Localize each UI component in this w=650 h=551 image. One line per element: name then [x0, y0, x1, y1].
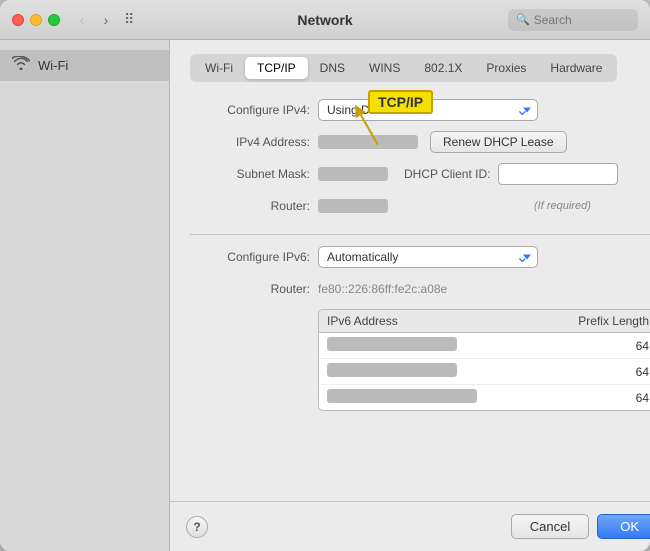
router-ipv6-label: Router: — [190, 282, 310, 296]
search-icon: 🔍 — [516, 13, 530, 26]
search-input[interactable] — [534, 13, 630, 27]
cancel-button[interactable]: Cancel — [511, 514, 589, 539]
renew-dhcp-button[interactable]: Renew DHCP Lease — [430, 131, 567, 153]
subnet-mask-value — [318, 167, 388, 181]
configure-ipv4-label: Configure IPv4: — [190, 103, 310, 117]
search-box[interactable]: 🔍 — [508, 9, 638, 31]
dropdown-icon: ⌄ — [516, 100, 529, 120]
ipv6-section: Configure IPv6: Automatically ⌄ Router: … — [190, 245, 650, 411]
router-value — [318, 199, 388, 213]
help-button[interactable]: ? — [186, 516, 208, 538]
if-required-row: Router: (If required) — [190, 194, 650, 218]
tab-wins[interactable]: WINS — [357, 57, 412, 79]
tab-8021x[interactable]: 802.1X — [412, 57, 474, 79]
router-ipv6-value: fe80::226:86ff:fe2c:a08e — [318, 282, 447, 296]
minimize-button[interactable] — [30, 14, 42, 26]
sidebar-item-wifi[interactable]: Wi-Fi — [0, 50, 169, 81]
bottom-bar: ? Cancel OK — [170, 501, 650, 551]
configure-ipv6-dropdown[interactable]: Automatically ⌄ — [318, 246, 538, 268]
tab-bar: Wi-Fi TCP/IP DNS WINS 802.1X Proxies Har… — [190, 54, 617, 82]
sidebar-label-wifi: Wi-Fi — [38, 58, 68, 73]
grid-icon: ⠿ — [124, 11, 134, 28]
section-divider — [190, 234, 650, 235]
table-row: 64 — [319, 333, 650, 359]
tab-wifi[interactable]: Wi-Fi — [193, 57, 245, 79]
ipv6-addr-2 — [327, 363, 559, 380]
content-area: Wi-Fi Wi-Fi TCP/IP DNS WINS 802.1X Proxi… — [0, 40, 650, 551]
panel-wrapper: Wi-Fi TCP/IP DNS WINS 802.1X Proxies Har… — [170, 40, 650, 551]
dropdown-ipv6-icon: ⌄ — [516, 247, 529, 267]
forward-button[interactable]: › — [96, 10, 116, 30]
maximize-button[interactable] — [48, 14, 60, 26]
tab-dns[interactable]: DNS — [308, 57, 357, 79]
dhcp-client-id-label: DHCP Client ID: — [404, 167, 490, 181]
configure-ipv4-row: Configure IPv4: Using DHCP ⌄ — [190, 98, 650, 122]
ipv6-addr-3 — [327, 389, 559, 406]
bottom-actions: Cancel OK — [511, 514, 650, 539]
ipv6-col-address-header: IPv6 Address — [327, 314, 559, 328]
wifi-icon — [12, 56, 30, 75]
main-window: ‹ › ⠿ Network 🔍 Wi-Fi — [0, 0, 650, 551]
nav-buttons: ‹ › — [72, 10, 116, 30]
configure-ipv6-label: Configure IPv6: — [190, 250, 310, 264]
router-ipv6-row: Router: fe80::226:86ff:fe2c:a08e — [190, 277, 650, 301]
tab-hardware[interactable]: Hardware — [538, 57, 614, 79]
titlebar: ‹ › ⠿ Network 🔍 — [0, 0, 650, 40]
table-row: 64 — [319, 385, 650, 410]
ipv6-addr-1 — [327, 337, 559, 354]
ipv6-prefix-3: 64 — [559, 391, 649, 405]
router-label: Router: — [190, 199, 310, 213]
table-row: 64 — [319, 359, 650, 385]
subnet-mask-row: Subnet Mask: DHCP Client ID: — [190, 162, 650, 186]
ipv4-address-row: IPv4 Address: Renew DHCP Lease — [190, 130, 650, 154]
ipv4-section: Configure IPv4: Using DHCP ⌄ — [190, 98, 650, 218]
configure-ipv4-dropdown[interactable]: Using DHCP ⌄ — [318, 99, 538, 121]
ipv6-table: IPv6 Address Prefix Length 64 — [318, 309, 650, 411]
sidebar: Wi-Fi — [0, 40, 170, 551]
ipv6-table-header: IPv6 Address Prefix Length — [319, 310, 650, 333]
dhcp-client-area: DHCP Client ID: — [404, 163, 618, 185]
if-required-text: (If required) — [534, 200, 591, 212]
ipv6-col-prefix-header: Prefix Length — [559, 314, 649, 328]
close-button[interactable] — [12, 14, 24, 26]
main-panel: Wi-Fi TCP/IP DNS WINS 802.1X Proxies Har… — [170, 40, 650, 501]
configure-ipv6-row: Configure IPv6: Automatically ⌄ — [190, 245, 650, 269]
traffic-lights — [12, 14, 60, 26]
ok-button[interactable]: OK — [597, 514, 650, 539]
tab-tcpip[interactable]: TCP/IP — [245, 57, 308, 79]
ipv4-address-label: IPv4 Address: — [190, 135, 310, 149]
ipv6-prefix-2: 64 — [559, 365, 649, 379]
ipv4-address-value — [318, 135, 418, 149]
window-title: Network — [297, 12, 352, 28]
dhcp-client-id-input[interactable] — [498, 163, 618, 185]
back-button[interactable]: ‹ — [72, 10, 92, 30]
subnet-mask-label: Subnet Mask: — [190, 167, 310, 181]
tab-proxies[interactable]: Proxies — [474, 57, 538, 79]
ipv6-prefix-1: 64 — [559, 339, 649, 353]
